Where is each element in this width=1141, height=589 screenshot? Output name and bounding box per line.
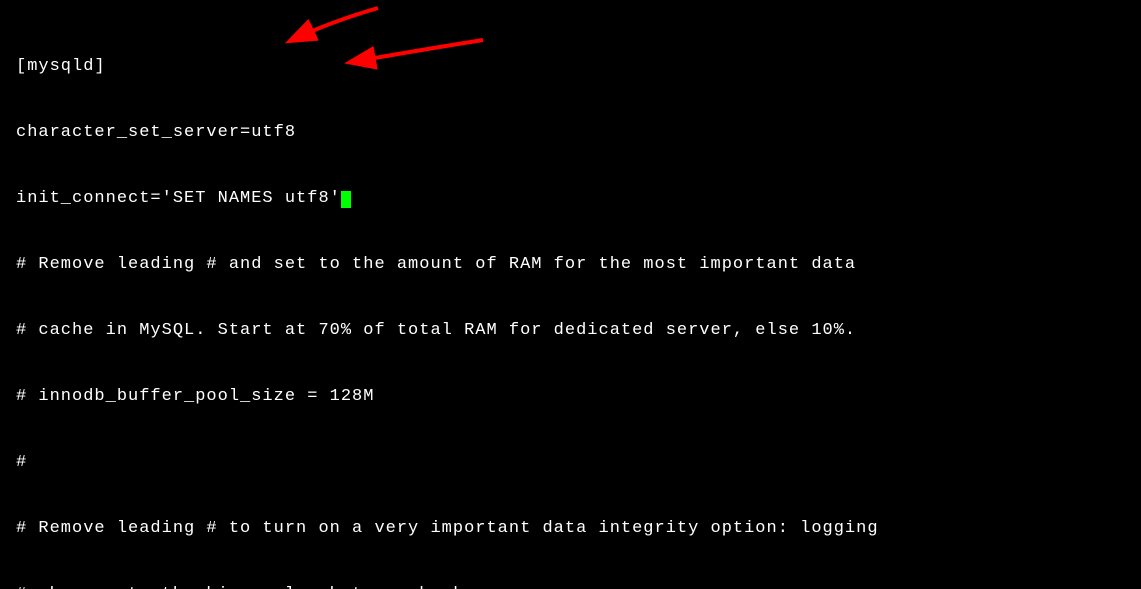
config-line: character_set_server=utf8 [16,122,1125,144]
editor-cursor [341,191,351,208]
terminal-editor[interactable]: [mysqld] character_set_server=utf8 init_… [0,0,1141,589]
annotation-arrow-icon [292,8,378,40]
config-line: # [16,452,1125,474]
annotation-overlay [0,0,1141,589]
config-line: [mysqld] [16,56,1125,78]
config-line-cursor: init_connect='SET NAMES utf8' [16,188,1125,210]
config-line: # cache in MySQL. Start at 70% of total … [16,320,1125,342]
config-text: init_connect='SET NAMES utf8' [16,189,341,208]
config-line: # changes to the binary log between back… [16,584,1125,589]
config-line: # Remove leading # and set to the amount… [16,254,1125,276]
config-line: # innodb_buffer_pool_size = 128M [16,386,1125,408]
config-line: # Remove leading # to turn on a very imp… [16,518,1125,540]
